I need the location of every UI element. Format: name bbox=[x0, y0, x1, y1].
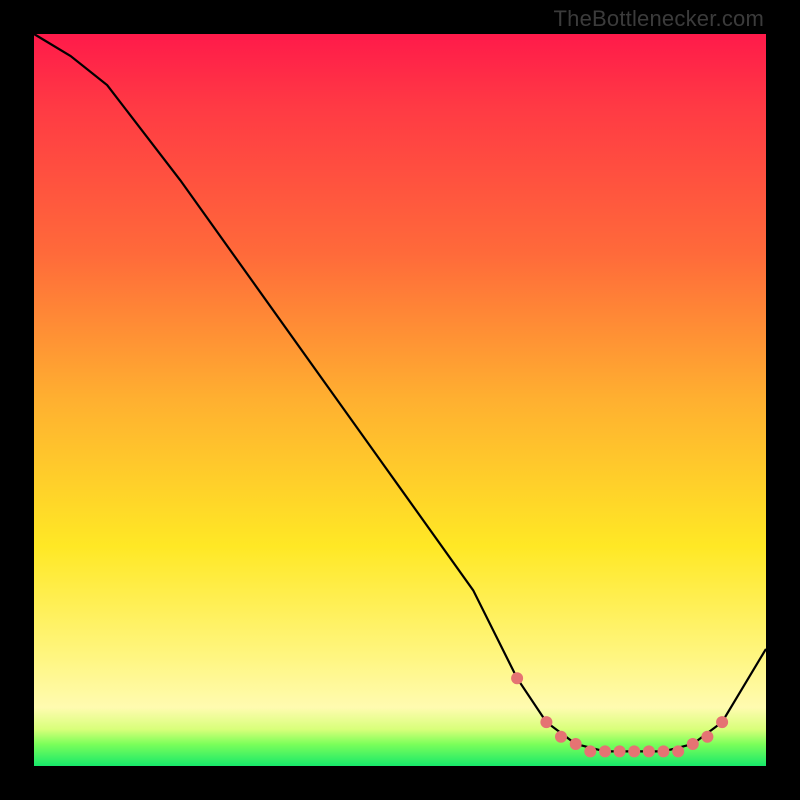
marker-dot bbox=[628, 745, 640, 757]
optimal-range-markers bbox=[511, 672, 728, 757]
marker-dot bbox=[511, 672, 523, 684]
marker-dot bbox=[701, 731, 713, 743]
marker-dot bbox=[716, 716, 728, 728]
marker-dot bbox=[687, 738, 699, 750]
marker-dot bbox=[658, 745, 670, 757]
marker-dot bbox=[599, 745, 611, 757]
chart-frame: TheBottlenecker.com bbox=[0, 0, 800, 800]
marker-dot bbox=[555, 731, 567, 743]
marker-dot bbox=[540, 716, 552, 728]
attribution-label: TheBottlenecker.com bbox=[554, 6, 764, 32]
marker-dot bbox=[614, 745, 626, 757]
marker-dot bbox=[584, 745, 596, 757]
bottleneck-curve bbox=[34, 34, 766, 751]
marker-dot bbox=[570, 738, 582, 750]
curve-layer bbox=[34, 34, 766, 766]
plot-area bbox=[34, 34, 766, 766]
marker-dot bbox=[643, 745, 655, 757]
marker-dot bbox=[672, 745, 684, 757]
